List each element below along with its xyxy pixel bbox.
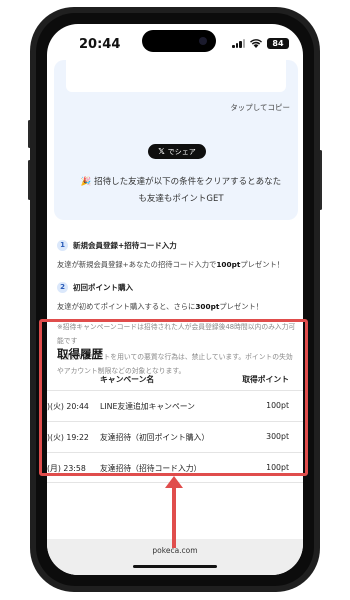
row-campaign: 友達招待（招待コード入力）: [100, 464, 202, 473]
table-row: )(火) 19:22 友達招待（初回ポイント購入） 300pt: [47, 421, 303, 452]
status-icons: 84: [232, 38, 289, 49]
camera-dot: [199, 37, 207, 45]
row-date: )(火) 19:22: [47, 433, 89, 442]
x-share-button[interactable]: 𝕏 でシェア: [148, 144, 206, 159]
home-indicator: [133, 565, 217, 568]
column-header-points: 取得ポイント: [242, 375, 289, 384]
history-title: 取得履歴: [57, 347, 103, 361]
condition-1: 1 新規会員登録+招待コード入力 友達が新規会員登録+あなたの招待コード入力で1…: [57, 240, 297, 270]
row-date: (月) 23:58: [47, 464, 86, 473]
table-row: )(火) 20:44 LINE友達追加キャンペーン 100pt: [47, 390, 303, 421]
status-time: 20:44: [79, 37, 121, 52]
share-card: タップしてコピー 𝕏 でシェア 🎉 招待した友達が以下の条件をクリアするとあなた…: [54, 60, 298, 220]
x-share-label: でシェア: [167, 147, 196, 156]
condition-title: 初回ポイント購入: [73, 283, 133, 292]
row-points: 100pt: [266, 401, 289, 410]
condition-title: 新規会員登録+招待コード入力: [73, 241, 177, 250]
step-number-badge: 1: [57, 240, 68, 251]
signal-icon: [232, 39, 245, 48]
dynamic-island: [142, 30, 216, 52]
row-points: 300pt: [266, 432, 289, 441]
invite-message: 🎉 招待した友達が以下の条件をクリアするとあなた も友達もポイントGET: [76, 174, 286, 208]
condition-description: 友達が新規会員登録+あなたの招待コード入力で100ptプレゼント！: [57, 260, 285, 269]
reward-points: 100pt: [216, 260, 241, 269]
condition-2: 2 初回ポイント購入 友達が初めてポイント購入すると、さらに300ptプレゼント…: [57, 282, 297, 312]
row-campaign: LINE友達追加キャンペーン: [100, 402, 195, 411]
invite-message-line1: 🎉 招待した友達が以下の条件をクリアするとあなた: [80, 177, 282, 187]
row-points: 100pt: [266, 463, 289, 472]
row-campaign: 友達招待（初回ポイント購入）: [100, 433, 210, 442]
x-logo-icon: 𝕏: [158, 147, 165, 156]
note: ※招待キャンペーンコードは招待された人が会員登録後48時間以内のみ入力可能です: [57, 323, 296, 345]
arrow-shaft: [172, 486, 176, 548]
tap-to-copy-label[interactable]: タップしてコピー: [230, 102, 290, 113]
step-number-badge: 2: [57, 282, 68, 293]
row-date: )(火) 20:44: [47, 402, 89, 411]
condition-description: 友達が初めてポイント購入すると、さらに300ptプレゼント！: [57, 302, 264, 311]
column-header-campaign: キャンペーン名: [100, 375, 155, 384]
invite-message-line2: も友達もポイントGET: [138, 194, 224, 204]
reward-points: 300pt: [195, 302, 220, 311]
battery-icon: 84: [267, 38, 289, 49]
invite-code-box[interactable]: [66, 60, 286, 92]
wifi-icon: [250, 39, 262, 48]
